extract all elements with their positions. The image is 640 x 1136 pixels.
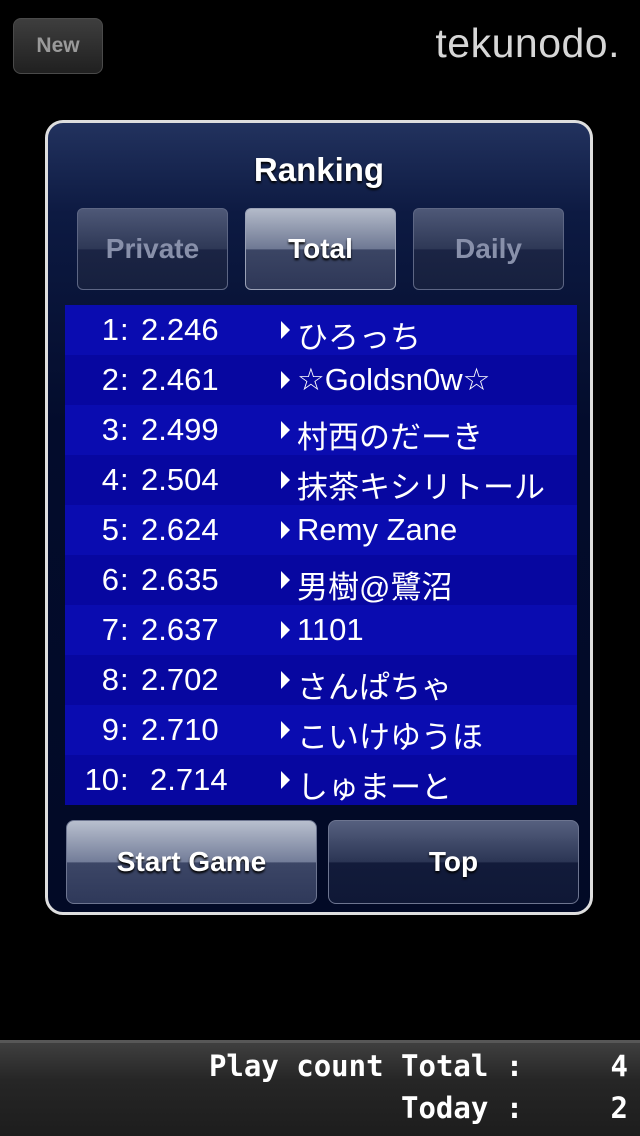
- rank-number: 10: [84, 762, 119, 797]
- rank-colon: :: [120, 312, 129, 347]
- rank-number: 6: [101, 562, 119, 597]
- player-name: 村西のだーき: [297, 420, 483, 455]
- ranking-row: 10 : 2.714 しゅまーと: [65, 755, 577, 805]
- rank-colon: :: [120, 612, 129, 647]
- ranking-row: 4 : 2.504 抹茶キシリトール: [65, 455, 577, 505]
- play-arrow-icon: [281, 421, 290, 439]
- rank-colon: :: [120, 462, 129, 497]
- rank-time: 2.504: [141, 462, 219, 497]
- rank-number: 2: [101, 362, 119, 397]
- panel-title: Ranking: [253, 151, 385, 188]
- ranking-row: 5 : 2.624 Remy Zane: [65, 505, 577, 555]
- player-name: 1101: [297, 612, 364, 647]
- rank-time: 2.702: [141, 662, 219, 697]
- logo: tekunodo.: [435, 20, 620, 66]
- rank-number: 9: [101, 712, 119, 747]
- play-count-today: Today : 2: [401, 1091, 628, 1125]
- new-button[interactable]: New: [13, 18, 103, 74]
- rank-colon: :: [120, 762, 129, 797]
- rank-colon: :: [120, 362, 129, 397]
- ranking-row: 2 : 2.461 ☆Goldsn0w☆: [65, 355, 577, 405]
- player-name: こいけゆうほ: [297, 720, 483, 755]
- play-arrow-icon: [281, 521, 290, 539]
- tab-daily[interactable]: Daily: [413, 208, 564, 290]
- play-count-bar: Play count Total : 4 Today : 2: [0, 1040, 640, 1136]
- player-name: Remy Zane: [297, 512, 458, 547]
- rank-colon: :: [120, 712, 129, 747]
- rank-time: 2.710: [141, 712, 219, 747]
- ranking-row: 1 : 2.246 ひろっち: [65, 305, 577, 355]
- rank-number: 5: [101, 512, 119, 547]
- rank-colon: :: [120, 412, 129, 447]
- rank-number: 4: [101, 462, 119, 497]
- play-arrow-icon: [281, 321, 290, 339]
- ranking-list: 1 : 2.246 ひろっち 2 : 2.461 ☆Goldsn0w☆ 3 : …: [65, 305, 577, 805]
- play-arrow-icon: [281, 371, 290, 389]
- tab-total[interactable]: Total: [245, 208, 396, 290]
- rank-time: 2.637: [141, 612, 219, 647]
- player-name: 男樹@鷺沼: [297, 570, 453, 605]
- rank-time: 2.624: [141, 512, 219, 547]
- player-name: ☆Goldsn0w☆: [297, 362, 491, 397]
- ranking-row: 8 : 2.702 さんぱちゃ: [65, 655, 577, 705]
- ranking-row: 7 : 2.637 1101: [65, 605, 577, 655]
- rank-time: 2.461: [141, 362, 219, 397]
- tab-private[interactable]: Private: [77, 208, 228, 290]
- player-name: しゅまーと: [297, 770, 452, 805]
- player-name: ひろっち: [297, 320, 421, 355]
- rank-number: 3: [101, 412, 119, 447]
- rank-colon: :: [120, 512, 129, 547]
- play-count-total: Play count Total : 4: [208, 1049, 628, 1083]
- rank-time: 2.499: [141, 412, 219, 447]
- player-name: さんぱちゃ: [297, 670, 452, 705]
- top-button[interactable]: Top: [328, 820, 579, 904]
- rank-time: 2.635: [141, 562, 219, 597]
- start-game-button[interactable]: Start Game: [66, 820, 317, 904]
- play-arrow-icon: [281, 721, 290, 739]
- rank-colon: :: [120, 562, 129, 597]
- rank-number: 8: [101, 662, 119, 697]
- play-arrow-icon: [281, 571, 290, 589]
- ranking-row: 6 : 2.635 男樹@鷺沼: [65, 555, 577, 605]
- player-name: 抹茶キシリトール: [297, 470, 545, 505]
- play-arrow-icon: [281, 671, 290, 689]
- ranking-row: 3 : 2.499 村西のだーき: [65, 405, 577, 455]
- rank-colon: :: [120, 662, 129, 697]
- rank-number: 1: [101, 312, 119, 347]
- play-arrow-icon: [281, 771, 290, 789]
- ranking-panel: Ranking Private Total Daily 1 : 2.246 ひろ…: [45, 120, 593, 915]
- rank-time: 2.714: [150, 762, 228, 797]
- play-arrow-icon: [281, 621, 290, 639]
- play-arrow-icon: [281, 471, 290, 489]
- rank-time: 2.246: [141, 312, 219, 347]
- ranking-row: 9 : 2.710 こいけゆうほ: [65, 705, 577, 755]
- rank-number: 7: [101, 612, 119, 647]
